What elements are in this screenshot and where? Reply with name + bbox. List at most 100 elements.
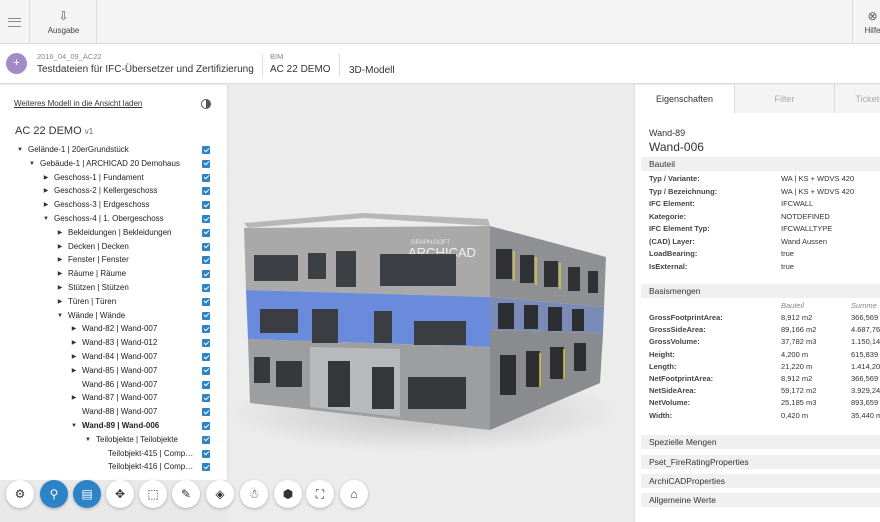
selection-box-button[interactable]: ⬚ (139, 480, 167, 508)
tree-item[interactable]: ▶ Geschoss-1 | Fundament (0, 171, 218, 185)
tree-item[interactable]: ▶ Wand-87 | Wand-007 (0, 391, 218, 405)
tree-item[interactable]: Teilobjekt-416 | Compon… (0, 460, 218, 474)
expand-right-icon[interactable]: ▶ (56, 295, 64, 309)
visibility-checkbox[interactable] (202, 173, 210, 182)
tree-item[interactable]: ▼ Geschoss-4 | 1. Obergeschoss (0, 212, 218, 226)
expand-down-icon[interactable]: ▼ (16, 143, 24, 157)
visibility-checkbox[interactable] (202, 463, 210, 472)
expand-down-icon[interactable]: ▼ (84, 433, 92, 447)
section-basismengen[interactable]: Basismengen (641, 284, 880, 298)
visibility-checkbox[interactable] (202, 422, 210, 430)
tree-item[interactable]: ▶ Wand-84 | Wand-007 (0, 350, 218, 364)
cube-view-button[interactable]: ⬢ (274, 480, 302, 508)
quantity-sum: 3.929,24 m2 (851, 386, 880, 396)
breadcrumb-model[interactable]: BIM AC 22 DEMO (270, 52, 331, 76)
contrast-icon[interactable] (201, 99, 211, 109)
tree-item[interactable]: ▶ Wand-83 | Wand-012 (0, 336, 218, 350)
expand-down-icon[interactable]: ▼ (56, 309, 64, 323)
visibility-checkbox[interactable] (202, 394, 210, 403)
collapsed-section[interactable]: Allgemeine Werte (641, 493, 880, 507)
tree-item[interactable]: ▼ Gelände-1 | 20erGrundstück (0, 143, 218, 157)
tree-item[interactable]: ▼ Teilobjekte | Teilobjekte (0, 433, 218, 447)
visibility-checkbox[interactable] (202, 284, 210, 292)
expand-down-icon[interactable]: ▼ (70, 419, 78, 433)
expand-right-icon[interactable]: ▶ (56, 281, 64, 295)
tree-item[interactable]: ▶ Decken | Decken (0, 240, 218, 254)
section-bauteil[interactable]: Bauteil (641, 157, 880, 171)
building-model[interactable]: GRAPHISOFT ARCHICAD (228, 85, 634, 522)
expand-right-icon[interactable]: ▶ (56, 267, 64, 281)
visibility-checkbox[interactable] (202, 270, 210, 279)
tree-item[interactable]: ▶ Türen | Türen (0, 295, 218, 309)
visibility-checkbox[interactable] (202, 146, 210, 154)
menu-button[interactable] (0, 0, 30, 44)
expand-down-icon[interactable]: ▼ (42, 212, 50, 226)
tree-item[interactable]: ▶ Bekleidungen | Bekleidungen (0, 226, 218, 240)
visibility-checkbox[interactable] (202, 201, 210, 210)
tree-item[interactable]: ▼ Wände | Wände (0, 309, 218, 323)
expand-right-icon[interactable]: ▶ (70, 336, 78, 350)
visibility-checkbox[interactable] (202, 408, 210, 417)
expand-down-icon[interactable]: ▼ (28, 157, 36, 171)
expand-right-icon[interactable]: ▶ (42, 184, 50, 198)
walk-person-button[interactable]: ☃ (240, 480, 268, 508)
visibility-checkbox[interactable] (202, 449, 210, 458)
visibility-checkbox[interactable] (202, 311, 210, 320)
help-button[interactable]: ⊗ Hilfe (852, 0, 880, 44)
expand-right-icon[interactable]: ▶ (56, 240, 64, 254)
tree-item[interactable]: ▶ Fenster | Fenster (0, 253, 218, 267)
tree-item[interactable]: Teilobjekt-415 | Compon… (0, 447, 218, 461)
home-button[interactable]: ⌂ (340, 480, 368, 508)
expand-right-icon[interactable]: ▶ (70, 350, 78, 364)
visibility-checkbox[interactable] (202, 242, 210, 251)
tree-item[interactable]: ▶ Räume | Räume (0, 267, 218, 281)
tree-item[interactable]: ▶ Wand-82 | Wand-007 (0, 322, 218, 336)
collapsed-section[interactable]: ArchiCADProperties (641, 474, 880, 488)
fit-view-button[interactable]: ⛶ (306, 480, 334, 508)
visibility-checkbox[interactable] (202, 353, 210, 361)
expand-right-icon[interactable]: ▶ (42, 198, 50, 212)
visibility-checkbox[interactable] (202, 339, 210, 348)
expand-right-icon[interactable]: ▶ (70, 322, 78, 336)
collapsed-section[interactable]: Spezielle Mengen (641, 435, 880, 449)
window (588, 271, 598, 293)
expand-right-icon[interactable]: ▶ (70, 391, 78, 405)
visibility-checkbox[interactable] (202, 256, 210, 265)
tab-filter[interactable]: Filter (735, 85, 835, 113)
navigation-mode-button[interactable]: ⚲ (40, 480, 68, 508)
tree-item[interactable]: ▼ Gebäude-1 | ARCHICAD 20 Demohaus (0, 157, 218, 171)
expand-right-icon[interactable]: ▶ (56, 253, 64, 267)
tree-item[interactable]: ▶ Stützen | Stützen (0, 281, 218, 295)
tree-item[interactable]: ▼ Wand-89 | Wand-006 (0, 419, 218, 433)
project-avatar[interactable]: + (6, 53, 27, 74)
expand-right-icon[interactable]: ▶ (56, 226, 64, 240)
storey-view-button[interactable]: ▤ (73, 480, 101, 508)
visibility-checkbox[interactable] (202, 228, 210, 237)
tree-item[interactable]: ▶ Geschoss-3 | Erdgeschoss (0, 198, 218, 212)
tab-tickets[interactable]: Tickets (835, 85, 880, 113)
tree-item[interactable]: ▶ Wand-85 | Wand-007 (0, 364, 218, 378)
expand-right-icon[interactable]: ▶ (42, 171, 50, 185)
breadcrumb-project[interactable]: 2016_04_09_AC22 Testdateien für IFC-Über… (37, 52, 254, 76)
visibility-checkbox[interactable] (202, 380, 210, 389)
focus-button[interactable]: ✥ (106, 480, 134, 508)
section-cube-button[interactable]: ◈ (206, 480, 234, 508)
visibility-checkbox[interactable] (202, 435, 210, 444)
tree-item[interactable]: ▶ Geschoss-2 | Kellergeschoss (0, 184, 218, 198)
visibility-checkbox[interactable] (202, 297, 210, 306)
expand-right-icon[interactable]: ▶ (70, 364, 78, 378)
tree-item[interactable]: Wand-88 | Wand-007 (0, 405, 218, 419)
measure-pencil-button[interactable]: ✎ (172, 480, 200, 508)
tree-item[interactable]: Wand-86 | Wand-007 (0, 378, 218, 392)
ausgabe-button[interactable]: ⇩ Ausgabe (31, 0, 97, 44)
tab-eigenschaften[interactable]: Eigenschaften (635, 85, 735, 113)
visibility-checkbox[interactable] (202, 187, 210, 196)
visibility-checkbox[interactable] (202, 159, 210, 168)
settings-gear-button[interactable]: ⚙ (6, 480, 34, 508)
visibility-checkbox[interactable] (202, 366, 210, 375)
3d-viewport[interactable]: GRAPHISOFT ARCHICAD (228, 85, 634, 522)
visibility-checkbox[interactable] (202, 215, 210, 223)
add-model-link[interactable]: Weiteres Modell in die Ansicht laden (14, 99, 142, 108)
visibility-checkbox[interactable] (202, 325, 210, 334)
collapsed-section[interactable]: Pset_FireRatingProperties (641, 455, 880, 469)
